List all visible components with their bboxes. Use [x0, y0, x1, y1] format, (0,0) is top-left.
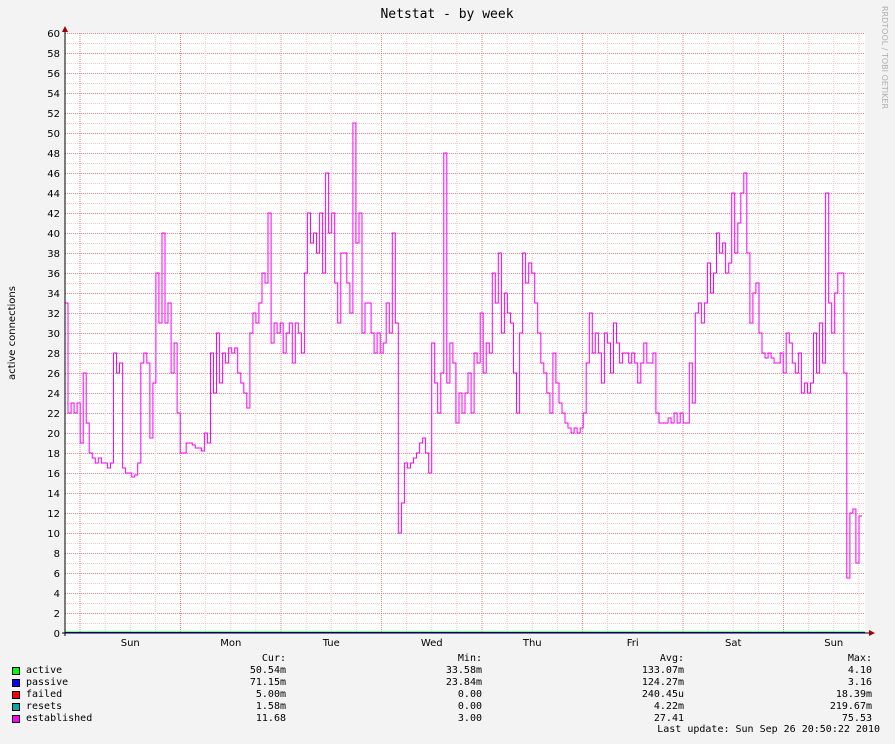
legend-swatch-active [12, 667, 20, 675]
legend-name: failed [26, 689, 63, 700]
y-tick-label: 6 [54, 569, 60, 580]
legend-row-failed: failed 5.00m 0.00 240.45u 18.39m [12, 689, 880, 701]
y-tick-label: 14 [47, 489, 60, 500]
y-axis-label: active connections [7, 286, 18, 380]
y-tick-label: 36 [47, 269, 60, 280]
legend-row-resets: resets 1.58m 0.00 4.22m 219.67m [12, 701, 880, 713]
y-tick-label: 2 [54, 609, 60, 620]
legend-swatch-resets [12, 703, 20, 711]
legend-header-avg: Avg: [659, 653, 684, 664]
y-tick-label: 0 [54, 629, 60, 640]
y-tick-label: 22 [47, 409, 60, 420]
y-tick-label: 50 [47, 129, 60, 140]
y-tick-labels: 0246810121416182022242628303234363840424… [47, 29, 60, 640]
x-tick-label: Sat [725, 638, 741, 649]
legend-name: established [26, 713, 93, 724]
legend-avg: 133.07m [641, 665, 684, 676]
y-tick-label: 12 [47, 509, 60, 520]
x-tick-label: Wed [421, 638, 443, 649]
y-tick-label: 28 [47, 349, 60, 360]
y-tick-label: 54 [47, 89, 60, 100]
y-tick-label: 30 [47, 329, 60, 340]
legend-cur: 11.68 [255, 713, 286, 724]
legend-max: 4.10 [847, 665, 872, 676]
grid [65, 33, 865, 633]
y-tick-label: 10 [47, 529, 60, 540]
watermark: RRDTOOL / TOBI OETIKER [880, 6, 889, 109]
legend-cur: 71.15m [249, 677, 286, 688]
y-tick-label: 4 [54, 589, 60, 600]
legend-min: 0.00 [457, 701, 482, 712]
x-tick-label: Tue [322, 638, 340, 649]
legend-header-max: Max: [847, 653, 872, 664]
legend-name: passive [26, 677, 69, 688]
legend-avg: 124.27m [641, 677, 684, 688]
x-tick-label: Sun [121, 638, 140, 649]
y-tick-label: 60 [47, 29, 60, 40]
graph-frame: 0 2 4 6 8 10 12 14 16 18 20 22 24 26 28 30 32 34 36 38 40 42 4… [0, 0, 895, 744]
legend-header-cur: Cur: [261, 653, 286, 664]
y-tick-label: 42 [47, 209, 60, 220]
y-tick-label: 34 [47, 289, 60, 300]
legend-min: 0.00 [457, 689, 482, 700]
y-tick-label: 8 [54, 549, 60, 560]
legend-max: 18.39m [835, 689, 872, 700]
legend: Cur: Min: Avg: Max: active 50.54m 33.58m… [12, 653, 880, 725]
legend-name: resets [26, 701, 63, 712]
y-tick-label: 44 [47, 189, 60, 200]
legend-name: active [26, 665, 63, 676]
legend-row-active: active 50.54m 33.58m 133.07m 4.10 [12, 665, 880, 677]
x-tick-label: Sun [824, 638, 843, 649]
legend-header-row: Cur: Min: Avg: Max: [12, 653, 880, 665]
y-tick-label: 32 [47, 309, 60, 320]
y-tick-label: 20 [47, 429, 60, 440]
last-update-text: Last update: Sun Sep 26 20:50:22 2010 [657, 724, 880, 735]
legend-min: 23.84m [445, 677, 482, 688]
x-tick-label: Thu [522, 638, 542, 649]
legend-max: 219.67m [829, 701, 872, 712]
y-tick-label: 38 [47, 249, 60, 260]
legend-avg: 4.22m [653, 701, 684, 712]
y-tick-label: 40 [47, 229, 60, 240]
legend-swatch-failed [12, 691, 20, 699]
legend-min: 3.00 [457, 713, 482, 724]
y-axis-arrow [62, 26, 68, 32]
legend-cur: 1.58m [255, 701, 286, 712]
legend-max: 3.16 [847, 677, 872, 688]
x-tick-label: Mon [220, 638, 241, 649]
y-tick-label: 56 [47, 69, 60, 80]
x-tick-labels: Sun Mon Tue Wed Thu Fri Sat Sun [121, 638, 844, 649]
legend-swatch-established [12, 715, 20, 723]
y-tick-label: 46 [47, 169, 60, 180]
x-axis-arrow [869, 630, 875, 636]
legend-cur: 50.54m [249, 665, 286, 676]
legend-cur: 5.00m [255, 689, 286, 700]
y-tick-label: 58 [47, 49, 60, 60]
legend-avg: 240.45u [641, 689, 684, 700]
y-tick-label: 18 [47, 449, 60, 460]
y-tick-label: 24 [47, 389, 60, 400]
legend-min: 33.58m [445, 665, 482, 676]
legend-row-passive: passive 71.15m 23.84m 124.27m 3.16 [12, 677, 880, 689]
y-tick-label: 16 [47, 469, 60, 480]
legend-swatch-passive [12, 679, 20, 687]
y-tick-label: 48 [47, 149, 60, 160]
y-tick-label: 52 [47, 109, 60, 120]
chart-title: Netstat - by week [380, 7, 513, 22]
small-series-layer [65, 631, 865, 633]
x-tick-label: Fri [627, 638, 639, 649]
y-tick-label: 26 [47, 369, 60, 380]
netstat-chart: 0246810121416182022242628303234363840424… [7, 6, 889, 649]
legend-header-min: Min: [457, 653, 482, 664]
